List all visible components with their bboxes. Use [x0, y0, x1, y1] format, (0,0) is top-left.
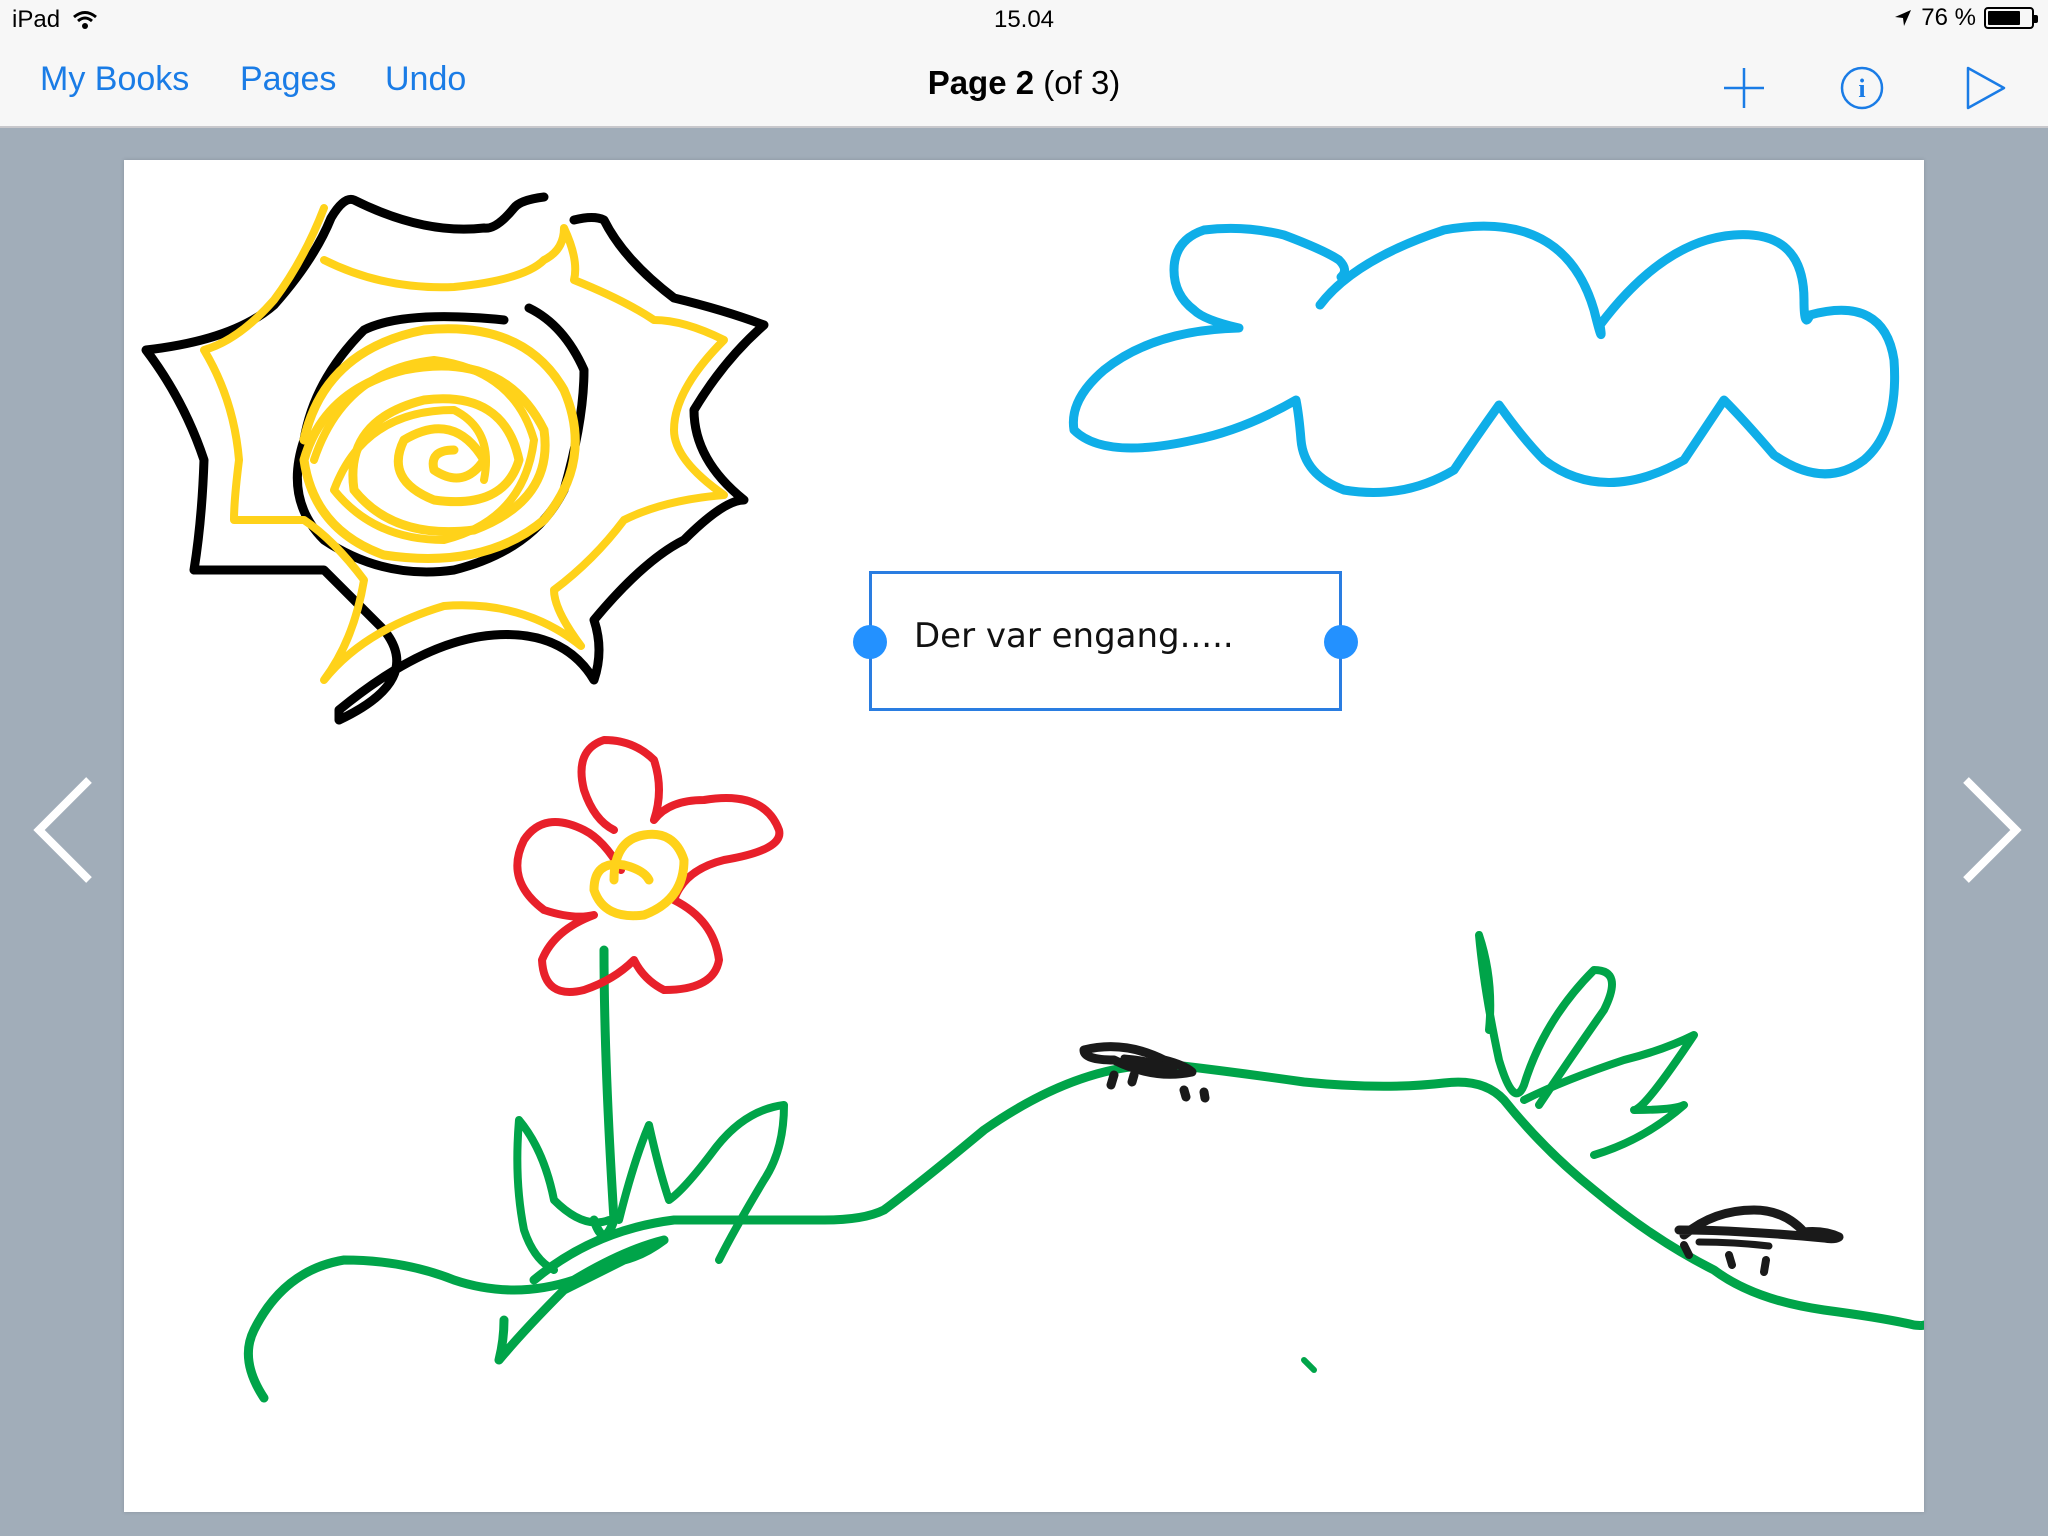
play-button[interactable] — [1956, 60, 2012, 116]
nav-bar: My Books Pages Undo Page 2 (of 3) i — [0, 40, 2048, 128]
wifi-icon — [73, 11, 97, 29]
add-button[interactable] — [1716, 60, 1772, 116]
status-time: 15.04 — [993, 6, 1055, 33]
sun-drawing — [141, 192, 769, 725]
page-title-current: Page 2 — [927, 64, 1035, 101]
chevron-left-icon — [33, 777, 92, 883]
page-canvas[interactable]: Der var engang..... — [124, 160, 1924, 1512]
resize-handle-right[interactable] — [1324, 625, 1358, 659]
undo-button[interactable]: Undo — [385, 60, 466, 99]
status-right: 76 % — [1893, 4, 2038, 32]
location-arrow-icon — [1895, 10, 1912, 26]
info-icon: i — [1840, 66, 1884, 110]
cloud-drawing — [1068, 221, 1900, 497]
svg-text:i: i — [1858, 74, 1865, 103]
play-icon — [1966, 66, 2006, 110]
resize-handle-left[interactable] — [853, 625, 887, 659]
page-title-total: (of 3) — [1043, 64, 1121, 101]
pages-button[interactable]: Pages — [240, 60, 336, 99]
my-books-button[interactable]: My Books — [40, 60, 189, 99]
battery-level — [1988, 11, 2020, 25]
text-box[interactable]: Der var engang..... — [853, 571, 1358, 711]
next-page-button[interactable] — [1950, 770, 2030, 890]
status-left: iPad — [12, 6, 98, 34]
text-box-content[interactable]: Der var engang..... — [914, 616, 1234, 656]
info-button[interactable]: i — [1834, 60, 1890, 116]
flower-drawing — [513, 736, 788, 1274]
chevron-right-icon — [1963, 777, 2022, 883]
add-icon — [1724, 68, 1764, 108]
status-bar: iPad 15.04 76 % — [0, 0, 2048, 40]
battery-percent: 76 % — [1921, 4, 1976, 31]
drawing-layer[interactable] — [124, 160, 1924, 1512]
device-name: iPad — [12, 6, 61, 33]
previous-page-button[interactable] — [25, 770, 105, 890]
hill-drawing — [243, 931, 1924, 1403]
battery-icon — [1984, 7, 2038, 29]
